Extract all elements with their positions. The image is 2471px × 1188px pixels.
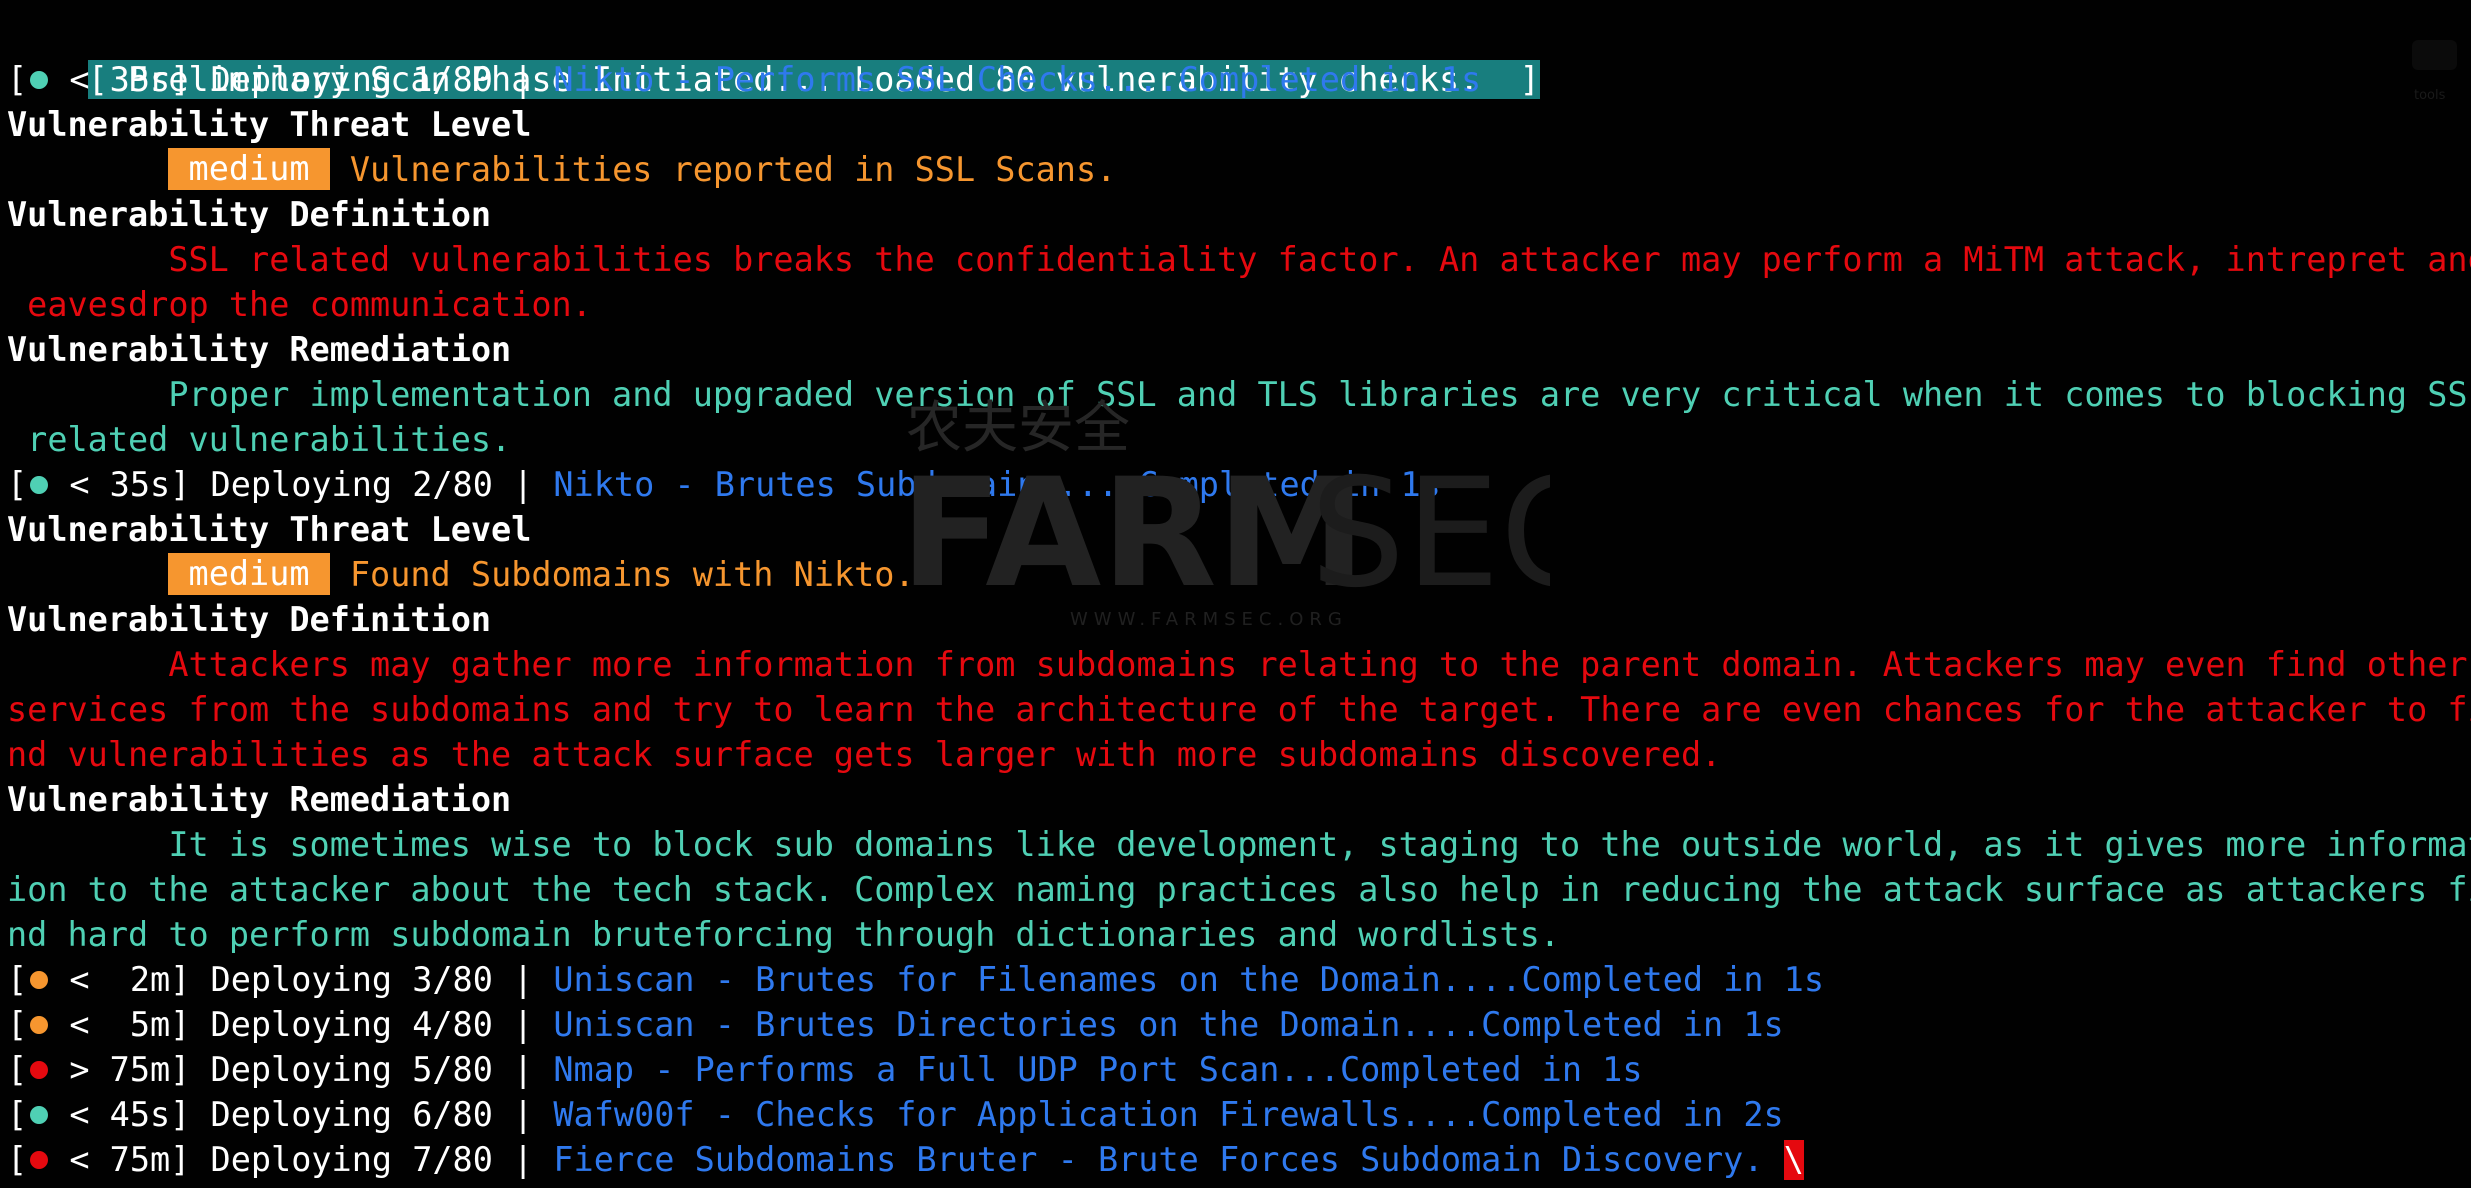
task-label: Fierce Subdomains Bruter - Brute Forces …: [553, 1140, 1784, 1179]
definition-heading: Vulnerability Definition: [7, 195, 492, 234]
threat-level-heading: Vulnerability Threat Level: [7, 105, 532, 144]
status-dot-icon: [30, 970, 49, 989]
status-dot-icon: [30, 1060, 49, 1079]
task-label: Uniscan - Brutes Directories on the Doma…: [553, 1005, 1784, 1044]
remediation-text: Proper implementation and upgraded versi…: [7, 375, 2471, 414]
threat-text: Found Subdomains with Nikto.: [329, 555, 915, 594]
status-dot-icon: [30, 1015, 49, 1034]
remediation-text: ion to the attacker about the tech stack…: [7, 870, 2471, 909]
deploy-line-5: [ > 75m] Deploying 5/80 | Nmap - Perform…: [7, 1050, 1643, 1089]
deploy-line-1: [ < 35s] Deploying 1/80 | Nikto - Perfor…: [7, 60, 1482, 99]
deploy-line-4: [ < 5m] Deploying 4/80 | Uniscan - Brute…: [7, 1005, 1784, 1044]
remediation-heading: Vulnerability Remediation: [7, 330, 512, 369]
tools-label: tools: [2414, 88, 2446, 103]
threat-line-2: medium Found Subdomains with Nikto.: [7, 552, 915, 597]
task-label: Wafw00f - Checks for Application Firewal…: [553, 1095, 1784, 1134]
remediation-text: It is sometimes wise to block sub domain…: [7, 825, 2471, 864]
terminal-window[interactable]: [ Preliminary Scan Phase Initiated... Lo…: [0, 0, 2471, 1188]
threat-line-1: medium Vulnerabilities reported in SSL S…: [7, 147, 1116, 192]
remediation-text: related vulnerabilities.: [7, 420, 512, 459]
remediation-text: nd hard to perform subdomain bruteforcin…: [7, 915, 1560, 954]
spinner-cursor-icon: \: [1783, 1139, 1804, 1180]
tools-button[interactable]: [2412, 40, 2457, 70]
farmsec-watermark-logo: 农夫安全 FARM SEC WWW.FARMSEC.ORG: [900, 396, 1550, 630]
status-dot-icon: [30, 475, 49, 494]
task-label: Uniscan - Brutes for Filenames on the Do…: [553, 960, 1825, 999]
definition-text: SSL related vulnerabilities breaks the c…: [7, 240, 2471, 279]
definition-text: services from the subdomains and try to …: [7, 690, 2471, 729]
severity-badge: medium: [168, 553, 330, 595]
task-label: Nikto - Performs SSL Checks....Completed…: [553, 60, 1482, 99]
threat-text: Vulnerabilities reported in SSL Scans.: [329, 150, 1117, 189]
definition-text: nd vulnerabilities as the attack surface…: [7, 735, 1722, 774]
status-dot-icon: [30, 1150, 49, 1169]
severity-badge: medium: [168, 148, 330, 190]
definition-text: eavesdrop the communication.: [7, 285, 592, 324]
svg-text:WWW.FARMSEC.ORG: WWW.FARMSEC.ORG: [1070, 609, 1348, 630]
definition-heading: Vulnerability Definition: [7, 600, 492, 639]
scan-banner: [ Preliminary Scan Phase Initiated... Lo…: [7, 12, 1540, 99]
deploy-line-7: [ < 75m] Deploying 7/80 | Fierce Subdoma…: [7, 1139, 1804, 1180]
status-dot-icon: [30, 1105, 49, 1124]
remediation-heading: Vulnerability Remediation: [7, 780, 512, 819]
status-dot-icon: [30, 70, 49, 89]
deploy-line-6: [ < 45s] Deploying 6/80 | Wafw00f - Chec…: [7, 1095, 1784, 1134]
task-label: Nikto - Brutes Subdomains....Completed i…: [553, 465, 1441, 504]
definition-text: Attackers may gather more information fr…: [7, 645, 2468, 684]
threat-level-heading: Vulnerability Threat Level: [7, 510, 532, 549]
deploy-line-3: [ < 2m] Deploying 3/80 | Uniscan - Brute…: [7, 960, 1825, 999]
task-label: Nmap - Performs a Full UDP Port Scan...C…: [553, 1050, 1643, 1089]
deploy-line-2: [ < 35s] Deploying 2/80 | Nikto - Brutes…: [7, 465, 1441, 504]
